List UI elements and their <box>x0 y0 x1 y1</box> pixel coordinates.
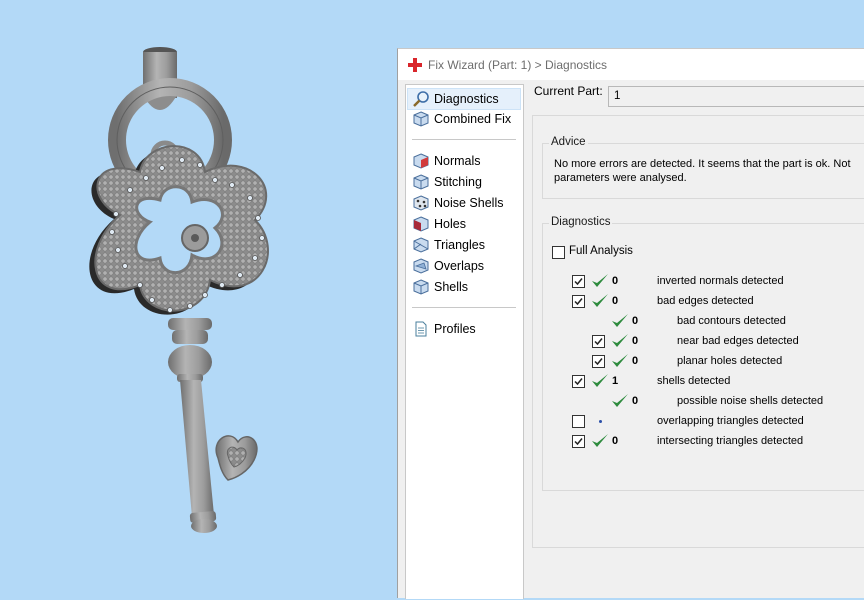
current-part-label: Current Part: <box>534 84 603 98</box>
diagnostic-label: bad edges detected <box>657 295 754 307</box>
nav-separator <box>412 139 516 140</box>
green-check-icon <box>592 374 608 387</box>
nav-label: Combined Fix <box>434 112 512 126</box>
checkmark-icon <box>574 298 583 306</box>
nav-label: Noise Shells <box>434 196 504 210</box>
diagnostic-count: 0 <box>632 315 639 327</box>
fix-wizard-nav: Diagnostics Combined Fix Normals Stitchi… <box>405 84 524 599</box>
shells-cube-icon <box>413 279 429 295</box>
nav-separator <box>412 307 516 308</box>
diagnostic-label: intersecting triangles detected <box>657 435 804 447</box>
green-check-icon <box>612 334 628 347</box>
diagnostic-label: possible noise shells detected <box>677 395 824 407</box>
nav-label: Overlaps <box>434 259 485 273</box>
overlaps-cube-icon <box>413 258 429 274</box>
green-check-icon <box>592 294 608 307</box>
holes-cube-icon <box>413 216 429 232</box>
fix-wizard-window: Fix Wizard (Part: 1) > Diagnostics Diagn… <box>397 48 864 599</box>
near-bad-edges-checkbox[interactable] <box>592 335 605 348</box>
nav-item-noise-shells[interactable]: Noise Shells <box>408 193 520 213</box>
nav-item-diagnostics[interactable]: Diagnostics <box>407 88 521 110</box>
diagnostic-label: overlapping triangles detected <box>657 415 804 427</box>
checkmark-icon <box>574 278 583 286</box>
shells-checkbox[interactable] <box>572 375 585 388</box>
cube-icon <box>413 111 429 127</box>
current-part-field[interactable]: 1 <box>608 86 864 107</box>
checkmark-icon <box>594 358 603 366</box>
document-icon <box>415 321 427 337</box>
planar-holes-checkbox[interactable] <box>592 355 605 368</box>
diagnostic-label: bad contours detected <box>677 315 786 327</box>
checkmark-icon <box>574 438 583 446</box>
diagnostic-label: near bad edges detected <box>677 335 799 347</box>
noise-shells-icon <box>413 195 429 211</box>
nav-item-profiles[interactable]: Profiles <box>408 319 520 339</box>
nav-item-holes[interactable]: Holes <box>408 214 520 234</box>
nav-item-stitching[interactable]: Stitching <box>408 172 520 192</box>
3d-viewport[interactable] <box>0 0 398 597</box>
diagnostic-count: 0 <box>612 435 619 447</box>
overlapping-triangles-checkbox[interactable] <box>572 415 585 428</box>
checkmark-icon <box>594 338 603 346</box>
nav-item-shells[interactable]: Shells <box>408 277 520 297</box>
intersecting-triangles-checkbox[interactable] <box>572 435 585 448</box>
diagnostic-count: 0 <box>612 275 619 287</box>
nav-item-triangles[interactable]: Triangles <box>408 235 520 255</box>
nav-label: Normals <box>434 154 481 168</box>
full-analysis-checkbox[interactable] <box>552 246 565 259</box>
diagnostics-title: Diagnostics <box>549 216 613 228</box>
normals-cube-icon <box>413 153 429 169</box>
key-model <box>89 47 269 533</box>
checkmark-icon <box>574 378 583 386</box>
diagnostic-label: inverted normals detected <box>657 275 784 287</box>
diagnostics-panel: Advice No more errors are detected. It s… <box>532 115 864 548</box>
nav-label: Holes <box>434 217 466 231</box>
diagnostic-label: shells detected <box>657 375 731 387</box>
current-part-value: 1 <box>614 90 621 102</box>
advice-group: Advice No more errors are detected. It s… <box>542 136 864 199</box>
green-check-icon <box>612 314 628 327</box>
diagnostics-group: Diagnostics Full Analysis 0 inverted nor… <box>542 216 864 491</box>
nav-label: Profiles <box>434 322 476 336</box>
diagnostic-count: 1 <box>612 375 619 387</box>
green-check-icon <box>592 434 608 447</box>
nav-label: Shells <box>434 280 469 294</box>
green-check-icon <box>612 354 628 367</box>
triangles-cube-icon <box>413 237 429 253</box>
diagnostic-count: 0 <box>612 295 619 307</box>
diagnostic-count: 0 <box>632 335 639 347</box>
not-analysed-dot-icon <box>599 420 602 423</box>
title-bar[interactable]: Fix Wizard (Part: 1) > Diagnostics <box>398 49 864 80</box>
red-cross-icon <box>408 58 422 72</box>
advice-text: No more errors are detected. It seems th… <box>554 158 851 184</box>
stitching-cube-icon <box>413 174 429 190</box>
magnifier-icon <box>413 91 429 107</box>
inverted-normals-checkbox[interactable] <box>572 275 585 288</box>
full-analysis-label: Full Analysis <box>569 245 633 257</box>
green-check-icon <box>592 274 608 287</box>
bad-edges-checkbox[interactable] <box>572 295 585 308</box>
nav-label: Stitching <box>434 175 482 189</box>
diagnostic-count: 0 <box>632 395 639 407</box>
nav-label: Triangles <box>434 238 485 252</box>
nav-item-normals[interactable]: Normals <box>408 151 520 171</box>
nav-item-combined-fix[interactable]: Combined Fix <box>408 109 520 129</box>
diagnostic-label: planar holes detected <box>677 355 783 367</box>
nav-item-overlaps[interactable]: Overlaps <box>408 256 520 276</box>
nav-label: Diagnostics <box>434 92 499 106</box>
green-check-icon <box>612 394 628 407</box>
advice-title: Advice <box>549 136 588 148</box>
window-title: Fix Wizard (Part: 1) > Diagnostics <box>428 58 608 72</box>
diagnostic-count: 0 <box>632 355 639 367</box>
